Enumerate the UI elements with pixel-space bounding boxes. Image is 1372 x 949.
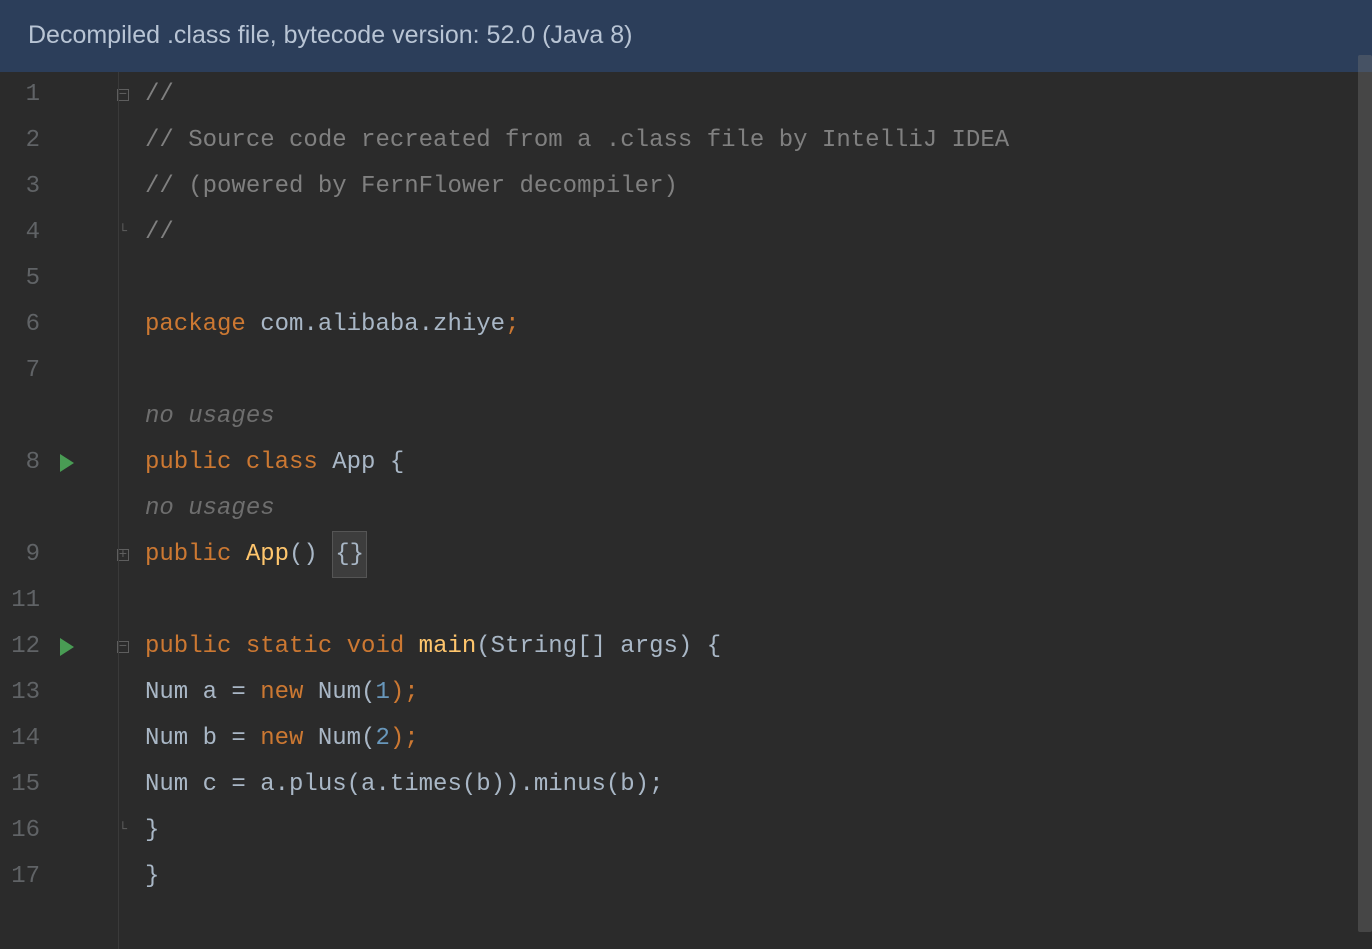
run-main-icon[interactable] (60, 638, 74, 656)
keyword-static: static (231, 624, 332, 670)
scrollbar-thumb[interactable] (1358, 55, 1372, 932)
line-number: 4 (0, 210, 48, 256)
code-line-empty[interactable] (145, 578, 1372, 624)
gutter-row[interactable]: 14 (0, 716, 118, 762)
gutter-row[interactable]: 9 + (0, 532, 118, 578)
line-number: 14 (0, 716, 48, 762)
code-text: Num a = (145, 670, 260, 716)
code-line[interactable]: Num b = new Num(2); (145, 716, 1372, 762)
brace: } (145, 808, 159, 854)
code-line[interactable]: public class App { (145, 440, 1372, 486)
package-name: com.alibaba.zhiye (246, 302, 505, 348)
semicolon: ; (505, 302, 519, 348)
brace: } (145, 854, 159, 900)
code-line[interactable]: // (powered by FernFlower decompiler) (145, 164, 1372, 210)
braces-folded[interactable]: {} (332, 531, 367, 579)
code-text: ); (390, 716, 419, 762)
keyword-class: class (231, 440, 317, 486)
decompiled-banner: Decompiled .class file, bytecode version… (0, 0, 1372, 72)
code-text: Num c = a.plus(a.times(b)).minus(b); (145, 762, 663, 808)
parens: () (289, 532, 332, 578)
line-number: 3 (0, 164, 48, 210)
line-number: 7 (0, 348, 48, 394)
keyword-new: new (260, 716, 303, 762)
code-line-empty[interactable] (145, 256, 1372, 302)
comment: // Source code recreated from a .class f… (145, 118, 1009, 164)
keyword-public: public (145, 624, 231, 670)
scrollbar[interactable] (1358, 55, 1372, 932)
gutter[interactable]: 1 − 2 3 4 └ 5 6 7 8 (0, 72, 118, 949)
code-line[interactable]: Num c = a.plus(a.times(b)).minus(b); (145, 762, 1372, 808)
line-number: 12 (0, 624, 48, 670)
gutter-row[interactable]: 13 (0, 670, 118, 716)
constructor-name: App (231, 532, 289, 578)
class-name: App (318, 440, 390, 486)
gutter-row[interactable]: 4 └ (0, 210, 118, 256)
line-number: 8 (0, 440, 48, 486)
keyword-package: package (145, 302, 246, 348)
brace: { (390, 440, 404, 486)
gutter-row[interactable]: 17 (0, 854, 118, 900)
gutter-row[interactable]: 1 − (0, 72, 118, 118)
gutter-row-inlay (0, 486, 118, 532)
run-class-icon[interactable] (60, 454, 74, 472)
keyword-new: new (260, 670, 303, 716)
code-line[interactable]: } (145, 808, 1372, 854)
gutter-row[interactable]: 11 (0, 578, 118, 624)
line-number: 6 (0, 302, 48, 348)
gutter-row[interactable]: 15 (0, 762, 118, 808)
line-number: 13 (0, 670, 48, 716)
code-text: Num( (303, 716, 375, 762)
method-params: (String[] args) { (476, 624, 721, 670)
code-line[interactable]: package com.alibaba.zhiye; (145, 302, 1372, 348)
line-number: 2 (0, 118, 48, 164)
gutter-row[interactable]: 3 (0, 164, 118, 210)
gutter-row[interactable]: 12 − (0, 624, 118, 670)
code-text: Num( (303, 670, 375, 716)
line-number: 5 (0, 256, 48, 302)
code-line[interactable]: public static void main(String[] args) { (145, 624, 1372, 670)
no-usages-hint: no usages (145, 394, 275, 440)
comment: // (powered by FernFlower decompiler) (145, 164, 678, 210)
gutter-row[interactable]: 8 (0, 440, 118, 486)
code-line-empty[interactable] (145, 348, 1372, 394)
number-literal: 1 (375, 670, 389, 716)
line-number: 17 (0, 854, 48, 900)
gutter-row[interactable]: 16 └ (0, 808, 118, 854)
comment: // (145, 210, 174, 256)
code-area[interactable]: // // Source code recreated from a .clas… (118, 72, 1372, 949)
inlay-hint[interactable]: no usages (145, 394, 1372, 440)
keyword-void: void (332, 624, 404, 670)
code-line[interactable]: Num a = new Num(1); (145, 670, 1372, 716)
editor: 1 − 2 3 4 └ 5 6 7 8 (0, 72, 1372, 949)
number-literal: 2 (375, 716, 389, 762)
line-number: 11 (0, 578, 48, 624)
method-main: main (404, 624, 476, 670)
line-number: 16 (0, 808, 48, 854)
no-usages-hint: no usages (145, 486, 275, 532)
line-number: 1 (0, 72, 48, 118)
code-text: Num b = (145, 716, 260, 762)
code-line[interactable]: // (145, 72, 1372, 118)
code-text: ); (390, 670, 419, 716)
keyword-public: public (145, 532, 231, 578)
code-line[interactable]: // Source code recreated from a .class f… (145, 118, 1372, 164)
code-line[interactable]: } (145, 854, 1372, 900)
gutter-row[interactable]: 2 (0, 118, 118, 164)
gutter-row[interactable]: 6 (0, 302, 118, 348)
code-line[interactable]: // (145, 210, 1372, 256)
line-number: 9 (0, 532, 48, 578)
banner-text: Decompiled .class file, bytecode version… (28, 21, 632, 49)
keyword-public: public (145, 440, 231, 486)
gutter-row[interactable]: 7 (0, 348, 118, 394)
gutter-row[interactable]: 5 (0, 256, 118, 302)
line-number: 15 (0, 762, 48, 808)
gutter-row-inlay (0, 394, 118, 440)
comment: // (145, 72, 174, 118)
code-line[interactable]: public App() {} (145, 532, 1372, 578)
inlay-hint[interactable]: no usages (145, 486, 1372, 532)
